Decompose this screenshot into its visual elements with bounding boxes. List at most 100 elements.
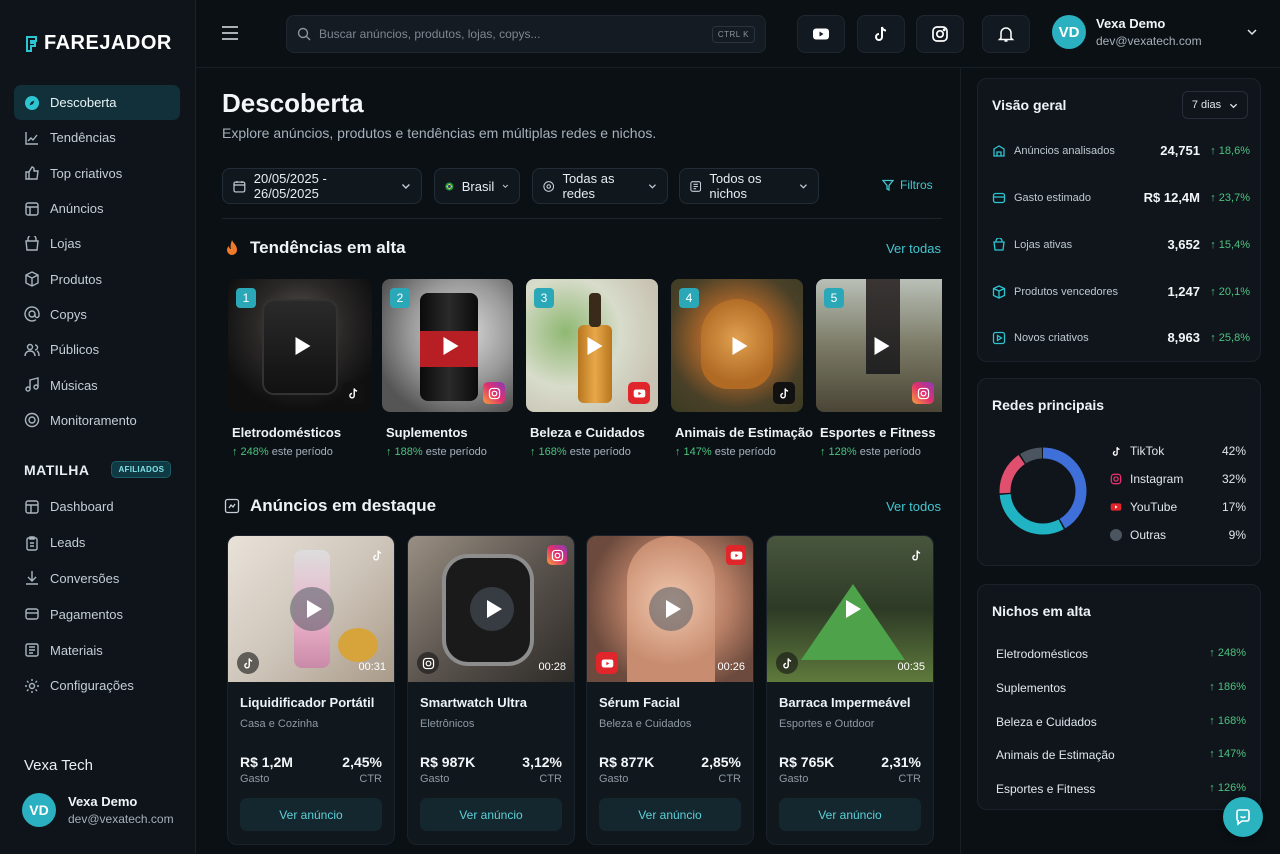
play-button[interactable]	[829, 587, 873, 631]
view-ad-button[interactable]: Ver anúncio	[420, 798, 562, 831]
view-ad-button[interactable]: Ver anúncio	[779, 798, 921, 831]
kpi-row: Produtos vencedores 1,247 ↑ 20,1%	[992, 284, 1250, 299]
niche-name: Esportes e Fitness	[996, 782, 1096, 796]
date-range-filter[interactable]: 20/05/2025 - 26/05/2025	[222, 168, 422, 204]
youtube-button[interactable]	[797, 15, 845, 53]
network-name: TikTok	[1130, 444, 1165, 458]
view-ad-button[interactable]: Ver anúncio	[240, 798, 382, 831]
trend-card[interactable]: 4 Animais de Estimação ↑ 147% este perío…	[671, 279, 813, 471]
network-legend-instagram: Instagram 32%	[1110, 472, 1246, 486]
nav-item-publicos[interactable]: Públicos	[14, 332, 180, 367]
trending-niches-card: Nichos em alta Eletrodomésticos ↑ 248% Su…	[977, 584, 1261, 810]
play-icon	[443, 336, 458, 355]
trend-card[interactable]: 1 Eletrodomésticos ↑ 248% este período	[228, 279, 372, 471]
network-legend-tiktok: TikTok 42%	[1110, 444, 1246, 458]
niche-row[interactable]: Eletrodomésticos ↑ 248%	[996, 647, 1246, 661]
featured-section-title: Anúncios em destaque	[224, 496, 436, 516]
kpi-growth: ↑ 23,7%	[1210, 191, 1250, 204]
nav-label: Produtos	[50, 271, 103, 287]
gear-icon	[25, 678, 39, 693]
nav-item-tendencias[interactable]: Tendências	[14, 120, 180, 155]
niche-growth: ↑ 126%	[1209, 782, 1246, 794]
country-filter[interactable]: Brasil	[434, 168, 520, 204]
youtube-badge-icon	[596, 652, 618, 674]
nav-item-top-criativos[interactable]: Top criativos	[14, 156, 180, 191]
filters-button[interactable]: Filtros	[882, 178, 933, 192]
sidebar: FAREJADOR Descoberta Tendências Top cria…	[0, 0, 196, 854]
trend-thumbnail: 4	[671, 279, 803, 412]
menu-icon[interactable]	[222, 26, 238, 40]
clipboard-icon	[26, 535, 38, 551]
instagram-icon	[1110, 473, 1122, 485]
niche-name: Eletrodomésticos	[996, 647, 1089, 661]
trend-growth-period: este período	[569, 446, 631, 458]
trend-name: Beleza e Cuidados	[530, 425, 645, 440]
tiktok-badge-icon	[776, 652, 798, 674]
network-filter[interactable]: Todas as redes	[532, 168, 668, 204]
search-bar[interactable]: CTRL K	[286, 15, 766, 53]
trend-name: Suplementos	[386, 425, 468, 440]
avatar: VD	[1052, 15, 1086, 49]
ad-spend-label: Gasto	[420, 773, 450, 785]
play-button[interactable]	[649, 587, 693, 631]
nav-label: Músicas	[50, 377, 98, 393]
search-input[interactable]	[319, 27, 709, 41]
notifications-button[interactable]	[982, 15, 1030, 53]
ad-card[interactable]: 00:35 Barraca Impermeável Esportes e Out…	[766, 535, 934, 845]
tiktok-button[interactable]	[857, 15, 905, 53]
nav-item-monitoramento[interactable]: Monitoramento	[14, 403, 180, 438]
nav-item-descoberta[interactable]: Descoberta	[14, 85, 180, 121]
ad-card[interactable]: 00:26 Sérum Facial Beleza e Cuidados R$ …	[586, 535, 754, 845]
nav-item-materiais[interactable]: Materiais	[14, 632, 180, 668]
sidebar-user-menu[interactable]: VD Vexa Demo dev@vexatech.com	[22, 793, 182, 827]
nav-item-leads[interactable]: Leads	[14, 525, 180, 561]
youtube-icon	[1110, 501, 1122, 513]
niche-row[interactable]: Animais de Estimação ↑ 147%	[996, 748, 1246, 762]
play-button[interactable]	[470, 587, 514, 631]
network-share: 32%	[1221, 472, 1246, 486]
nav-item-produtos[interactable]: Produtos	[14, 261, 180, 296]
nav-label: Descoberta	[50, 95, 117, 111]
niche-name: Animais de Estimação	[996, 748, 1115, 762]
chevron-down-icon	[649, 184, 657, 189]
niche-row[interactable]: Suplementos ↑ 186%	[996, 681, 1246, 695]
shortcut-hint: CTRL K	[711, 26, 755, 43]
network-share: 9%	[1228, 528, 1246, 542]
kpi-value: 24,751	[1160, 143, 1200, 158]
user-name: Vexa Demo	[1096, 16, 1166, 31]
nav-item-dashboard[interactable]: Dashboard	[14, 489, 180, 525]
nav-label: Tendências	[50, 130, 116, 146]
instagram-button[interactable]	[916, 15, 964, 53]
ad-ctr: 2,45%	[342, 754, 382, 770]
ad-card[interactable]: 00:28 Smartwatch Ultra Eletrônicos R$ 98…	[407, 535, 575, 845]
chat-support-button[interactable]	[1223, 797, 1263, 837]
niche-row[interactable]: Esportes e Fitness ↑ 126%	[996, 782, 1246, 796]
play-button[interactable]	[290, 587, 334, 631]
kpi-growth: ↑ 20,1%	[1210, 285, 1250, 298]
chevron-down-icon	[1247, 29, 1257, 36]
see-all-featured-link[interactable]: Ver todos	[886, 499, 941, 514]
period-dropdown[interactable]: 7 dias	[1182, 91, 1248, 119]
nav-item-lojas[interactable]: Lojas	[14, 226, 180, 261]
tiktok-badge-icon	[773, 382, 795, 404]
nav-item-anuncios[interactable]: Anúncios	[14, 191, 180, 226]
nav-item-musicas[interactable]: Músicas	[14, 367, 180, 402]
brand-logo[interactable]: FAREJADOR	[24, 32, 172, 55]
nav-item-conversoes[interactable]: Conversões	[14, 561, 180, 597]
youtube-icon	[726, 545, 746, 565]
niche-row[interactable]: Beleza e Cuidados ↑ 168%	[996, 715, 1246, 729]
see-all-trends-link[interactable]: Ver todas	[886, 241, 941, 256]
trend-card[interactable]: 2 Suplementos ↑ 188% este período	[382, 279, 513, 471]
nav-item-configuracoes[interactable]: Configurações	[14, 668, 180, 704]
trend-card[interactable]: 3 Beleza e Cuidados ↑ 168% este período	[526, 279, 658, 471]
other-dot-icon	[1110, 529, 1122, 541]
main-content: Descoberta Explore anúncios, produtos e …	[196, 68, 960, 854]
user-menu[interactable]: VD Vexa Demo dev@vexatech.com	[1052, 15, 1258, 49]
ad-card[interactable]: 00:31 Liquidificador Portátil Casa e Coz…	[227, 535, 395, 845]
trend-card[interactable]: 5 Esportes e Fitness ↑ 128% este período	[816, 279, 942, 471]
nav-item-pagamentos[interactable]: Pagamentos	[14, 596, 180, 632]
niche-filter[interactable]: Todos os nichos	[679, 168, 819, 204]
view-ad-button[interactable]: Ver anúncio	[599, 798, 741, 831]
nav-item-copys[interactable]: Copys	[14, 297, 180, 332]
period-value: 7 dias	[1191, 99, 1222, 111]
